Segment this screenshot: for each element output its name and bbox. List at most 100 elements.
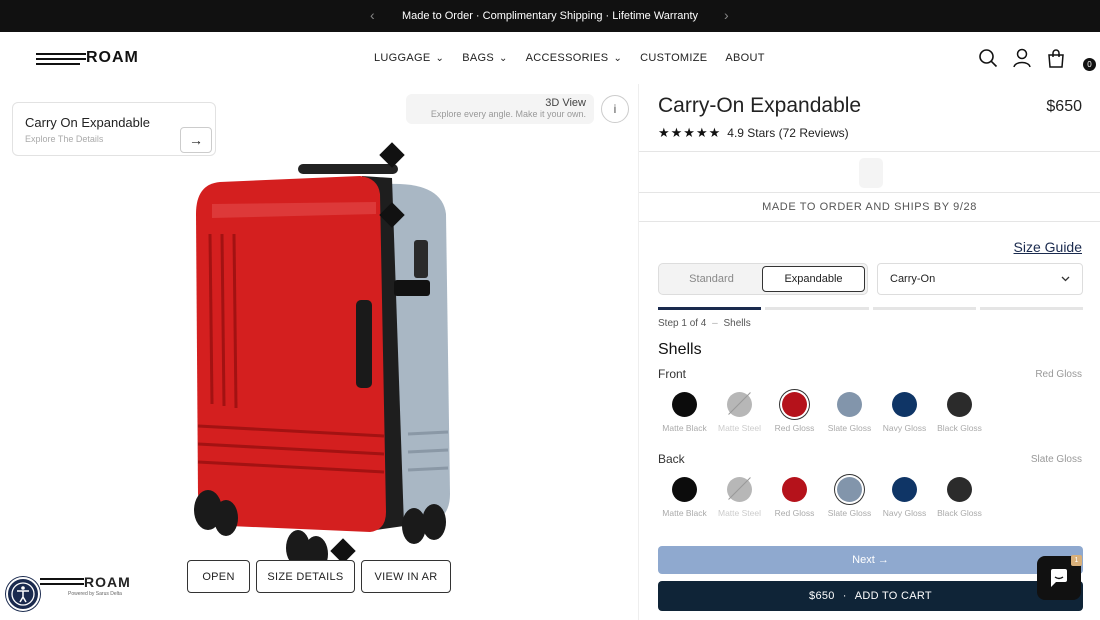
size-select-value: Carry-On <box>890 273 936 285</box>
product-viewer[interactable]: Carry On Expandable Explore The Details … <box>0 84 638 620</box>
swatch-black-gloss[interactable]: Black Gloss <box>932 477 987 518</box>
product-rating[interactable]: ★★★★★ 4.9 Stars (72 Reviews) <box>658 125 849 141</box>
chevron-down-icon: ⌄ <box>498 53 508 64</box>
announcement-next-button[interactable]: › <box>724 7 729 23</box>
swatch-black-gloss[interactable]: Black Gloss <box>932 392 987 433</box>
swatch-label: Black Gloss <box>937 508 982 518</box>
swatch-label: Slate Gloss <box>827 423 872 433</box>
nav-item-luggage[interactable]: LUGGAGE ⌄ <box>374 52 444 64</box>
size-guide-link[interactable]: Size Guide <box>1014 239 1082 255</box>
progress-segment <box>872 307 976 310</box>
swatch-color <box>782 477 807 502</box>
luggage-model[interactable] <box>180 134 470 574</box>
3d-view-subtitle: Explore every angle. Make it your own. <box>430 109 586 119</box>
swatch-label: Navy Gloss <box>882 508 927 518</box>
logo-hotspot[interactable] <box>379 142 405 168</box>
section-title: Shells <box>658 341 702 358</box>
swatch-label: Red Gloss <box>774 508 815 518</box>
view-in-ar-button[interactable]: VIEW IN AR <box>361 560 451 593</box>
step-separator: – <box>712 318 718 329</box>
add-to-cart-button[interactable]: $650 · ADD TO CART <box>658 581 1083 611</box>
swatch-matte-steel: Matte Steel <box>712 392 767 433</box>
step-indicator: Step 1 of 4 – Shells <box>658 318 751 329</box>
announcement-bar: ‹ Made to Order · Complimentary Shipping… <box>0 0 1100 32</box>
variant-expandable[interactable]: Expandable <box>762 266 865 292</box>
step-name: Shells <box>723 318 751 329</box>
main-nav: LUGGAGE ⌄ BAGS ⌄ ACCESSORIES ⌄ CUSTOMIZE ABOUT <box>374 52 765 64</box>
accessibility-icon[interactable] <box>6 577 40 611</box>
luggage-side-handle <box>356 300 372 388</box>
swatch-color <box>947 477 972 502</box>
nav-item-bags[interactable]: BAGS ⌄ <box>462 52 507 64</box>
announcement-text: Made to Order · Complimentary Shipping ·… <box>401 10 699 22</box>
nav-item-customize[interactable]: CUSTOMIZE <box>640 52 707 64</box>
swatch-matte-black[interactable]: Matte Black <box>657 477 712 518</box>
swatch-label: Black Gloss <box>937 423 982 433</box>
front-label: Front <box>658 367 687 381</box>
cart-count-badge: 0 <box>1083 58 1096 71</box>
swatch-color <box>782 392 807 417</box>
configurator-panel: Carry-On Expandable $650 ★★★★★ 4.9 Stars… <box>638 84 1100 620</box>
back-selected: Slate Gloss <box>1030 454 1082 465</box>
product-title: Carry-On Expandable <box>658 94 862 117</box>
logo-lines <box>36 52 86 65</box>
swatch-color <box>947 392 972 417</box>
swatch-matte-black[interactable]: Matte Black <box>657 392 712 433</box>
swatch-color <box>837 477 862 502</box>
front-selected: Red Gloss <box>1035 369 1082 380</box>
swatch-navy-gloss[interactable]: Navy Gloss <box>877 477 932 518</box>
open-button[interactable]: OPEN <box>187 560 250 593</box>
nav-label: ACCESSORIES <box>525 52 609 64</box>
swatch-label: Matte Steel <box>718 508 761 518</box>
rating-text: 4.9 Stars (72 Reviews) <box>727 126 849 140</box>
nav-label: LUGGAGE <box>374 52 431 64</box>
nav-label: ABOUT <box>725 52 765 64</box>
swatch-color <box>892 477 917 502</box>
watermark-logo: ROAM <box>84 574 131 590</box>
next-button[interactable]: Next → <box>658 546 1083 574</box>
site-header: ROAM LUGGAGE ⌄ BAGS ⌄ ACCESSORIES ⌄ CUSTOMIZE A… <box>0 32 1100 84</box>
size-details-button[interactable]: SIZE DETAILS <box>256 560 355 593</box>
swatch-navy-gloss[interactable]: Navy Gloss <box>877 392 932 433</box>
nav-label: BAGS <box>462 52 494 64</box>
gallery-thumb[interactable] <box>859 158 883 188</box>
divider <box>639 221 1100 222</box>
swatch-red-gloss[interactable]: Red Gloss <box>767 392 822 433</box>
swatch-label: Slate Gloss <box>827 508 872 518</box>
divider <box>639 151 1100 152</box>
cart-label: ADD TO CART <box>854 590 932 602</box>
header-icons <box>978 48 1066 68</box>
chat-icon <box>1051 569 1067 587</box>
luggage-lock <box>414 240 428 278</box>
search-icon[interactable] <box>978 48 998 68</box>
cart-icon[interactable] <box>1046 48 1066 68</box>
swatch-label: Matte Black <box>662 508 707 518</box>
nav-item-about[interactable]: ABOUT <box>725 52 764 64</box>
nav-item-accessories[interactable]: ACCESSORIES ⌄ <box>526 52 622 64</box>
account-icon[interactable] <box>1012 48 1032 68</box>
swatch-slate-gloss[interactable]: Slate Gloss <box>822 392 877 433</box>
swatch-label: Matte Black <box>662 423 707 433</box>
step-progress <box>658 307 1083 310</box>
swatch-color <box>672 392 697 417</box>
cart-separator: · <box>842 590 847 602</box>
swatch-red-gloss[interactable]: Red Gloss <box>767 477 822 518</box>
powered-by-brand: Sarus Delta <box>95 591 122 597</box>
rating-stars: ★★★★★ <box>658 125 722 140</box>
roam-logo[interactable]: ROAM <box>36 49 139 67</box>
swatch-label: Red Gloss <box>774 423 815 433</box>
variant-toggle: Standard Expandable <box>658 263 868 295</box>
chevron-down-icon <box>1061 276 1070 282</box>
swatch-matte-steel: Matte Steel <box>712 477 767 518</box>
3d-view-label: 3D View Explore every angle. Make it you… <box>406 94 594 124</box>
powered-by-label: Powered by <box>68 591 95 597</box>
announcement-prev-button[interactable]: ‹ <box>370 7 375 23</box>
swatch-slate-gloss[interactable]: Slate Gloss <box>822 477 877 518</box>
chevron-down-icon: ⌄ <box>613 53 623 64</box>
size-select[interactable]: Carry-On <box>877 263 1083 295</box>
info-icon[interactable]: i <box>601 95 629 123</box>
variant-standard[interactable]: Standard <box>661 266 762 292</box>
explore-card-subtitle: Explore The Details <box>25 134 104 144</box>
back-swatches: Matte Black Matte Steel Red Gloss Slate Glo… <box>657 477 987 518</box>
divider <box>639 192 1100 193</box>
